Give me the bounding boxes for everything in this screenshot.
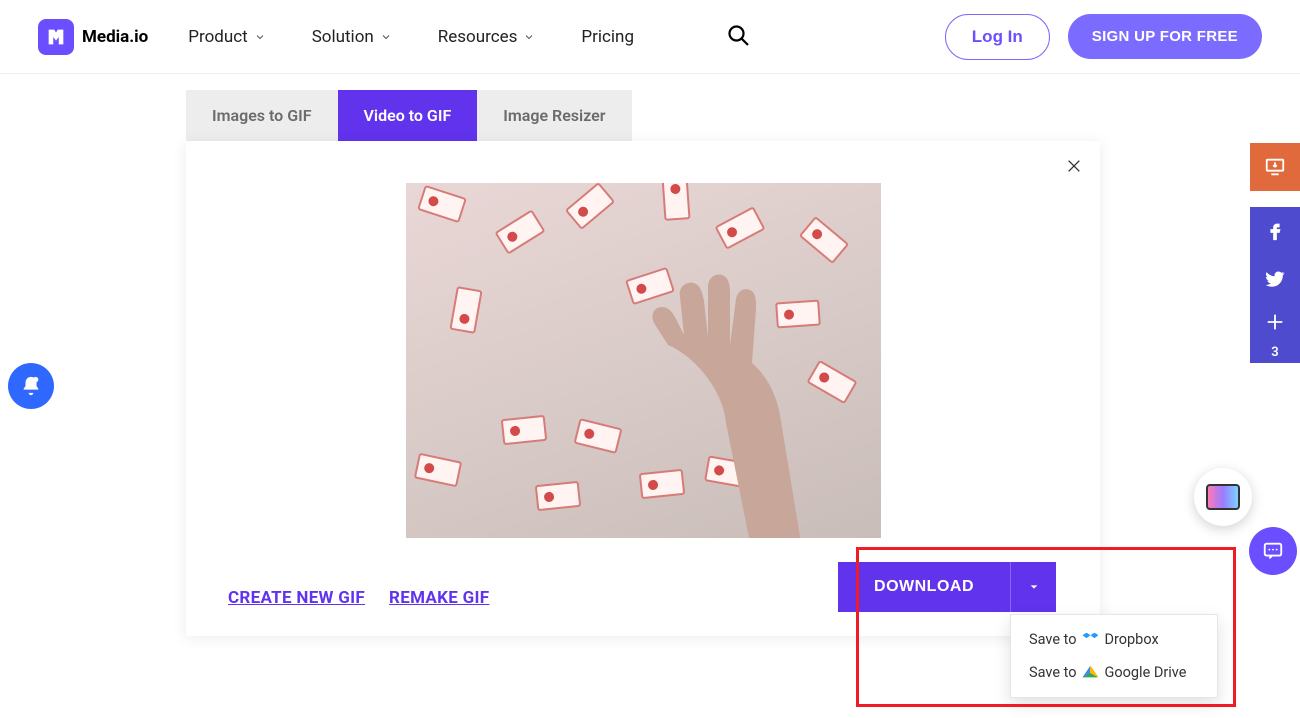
share-rail: 3 — [1250, 143, 1300, 363]
tab-video-to-gif[interactable]: Video to GIF — [338, 90, 478, 141]
download-button[interactable]: DOWNLOAD — [838, 562, 1010, 612]
close-icon — [1066, 158, 1082, 174]
notifications-fab[interactable] — [8, 363, 54, 409]
chevron-down-icon — [254, 31, 266, 43]
save-to-dropbox[interactable]: Save to Dropbox — [1011, 623, 1217, 656]
save-service-label: Dropbox — [1104, 631, 1158, 648]
nav-item-solution[interactable]: Solution — [312, 27, 392, 47]
search-icon — [726, 23, 750, 47]
primary-nav: Product Solution Resources Pricing — [188, 23, 750, 51]
brand-logo[interactable]: Media.io — [38, 19, 148, 55]
tv-icon — [1206, 484, 1240, 510]
download-options-toggle[interactable] — [1010, 562, 1056, 612]
brand-name: Media.io — [82, 27, 148, 47]
nav-item-pricing[interactable]: Pricing — [581, 27, 634, 47]
brand-mark-icon — [38, 19, 74, 55]
top-nav-bar: Media.io Product Solution Resources Pric… — [0, 0, 1300, 74]
nav-label: Resources — [438, 27, 518, 47]
save-destination-menu: Save to Dropbox Save to Google Drive — [1010, 614, 1218, 698]
caret-down-icon — [1029, 582, 1039, 592]
share-count: 3 — [1250, 341, 1300, 363]
dropbox-icon — [1082, 633, 1098, 647]
signup-button[interactable]: SIGN UP FOR FREE — [1068, 14, 1262, 59]
chat-fab[interactable] — [1249, 527, 1297, 575]
download-button-group: DOWNLOAD — [838, 562, 1056, 612]
gif-preview — [406, 183, 881, 538]
facebook-icon — [1264, 220, 1286, 242]
bell-icon — [20, 375, 42, 397]
remake-gif-link[interactable]: REMAKE GIF — [389, 588, 489, 608]
result-panel: CREATE NEW GIF REMAKE GIF DOWNLOAD — [186, 141, 1100, 636]
search-button[interactable] — [726, 23, 750, 51]
twitter-icon — [1264, 268, 1286, 290]
chevron-down-icon — [523, 31, 535, 43]
share-twitter[interactable] — [1250, 255, 1300, 303]
hand-illustration — [606, 253, 816, 538]
save-prefix: Save to — [1029, 631, 1076, 648]
share-more[interactable] — [1250, 303, 1300, 341]
login-button[interactable]: Log In — [945, 14, 1050, 60]
nav-label: Product — [188, 27, 247, 47]
nav-label: Pricing — [581, 27, 634, 47]
tool-tabs: Images to GIF Video to GIF Image Resizer — [186, 90, 632, 141]
nav-item-product[interactable]: Product — [188, 27, 265, 47]
save-prefix: Save to — [1029, 664, 1076, 681]
chevron-down-icon — [380, 31, 392, 43]
save-service-label: Google Drive — [1104, 664, 1186, 681]
auth-buttons: Log In SIGN UP FOR FREE — [945, 14, 1262, 60]
close-button[interactable] — [1066, 155, 1082, 180]
share-install[interactable] — [1250, 143, 1300, 191]
secondary-actions: CREATE NEW GIF REMAKE GIF — [228, 588, 489, 608]
nav-label: Solution — [312, 27, 374, 47]
chat-icon — [1262, 540, 1284, 562]
assistant-fab[interactable] — [1194, 468, 1252, 526]
share-facebook[interactable] — [1250, 207, 1300, 255]
tab-image-resizer[interactable]: Image Resizer — [477, 90, 631, 141]
monitor-download-icon — [1264, 156, 1286, 178]
plus-icon — [1264, 311, 1286, 333]
create-new-gif-link[interactable]: CREATE NEW GIF — [228, 588, 365, 608]
save-to-google-drive[interactable]: Save to Google Drive — [1011, 656, 1217, 689]
tab-images-to-gif[interactable]: Images to GIF — [186, 90, 338, 141]
google-drive-icon — [1082, 666, 1098, 680]
nav-item-resources[interactable]: Resources — [438, 27, 536, 47]
